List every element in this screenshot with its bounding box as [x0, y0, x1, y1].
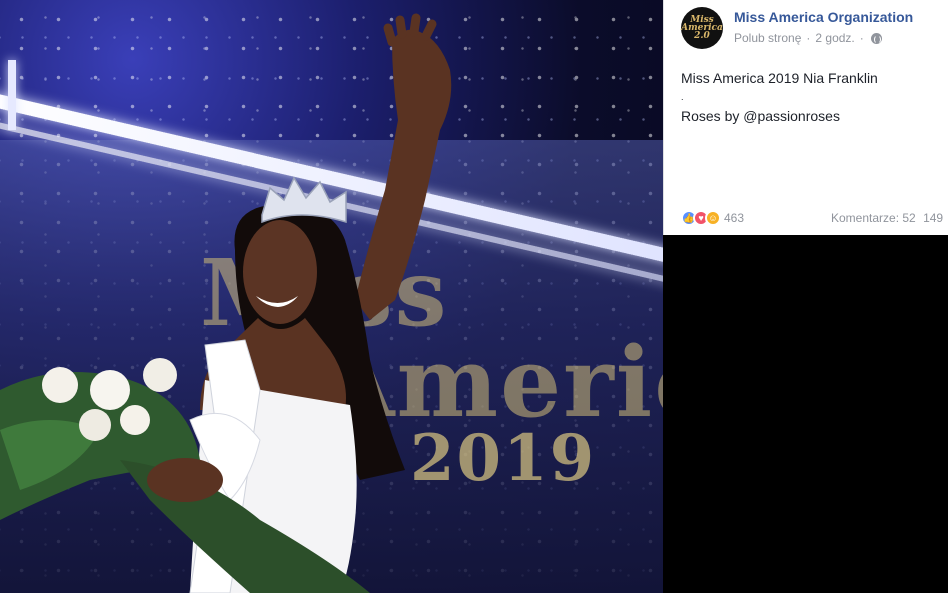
reaction-count: 463	[724, 211, 745, 225]
post-timestamp[interactable]: 2 godz.	[815, 31, 854, 45]
post-card: Miss America 2.0 Miss America Organizati…	[663, 0, 948, 235]
post-text-line: Miss America 2019 Nia Franklin	[681, 70, 878, 86]
post-meta: Polub stronę · 2 godz. ·	[734, 31, 882, 45]
reactions-summary[interactable]: 👍 ♥ ☺ 463	[681, 210, 744, 226]
post-text-line: Roses by @passionroses	[681, 108, 840, 124]
page-name-link[interactable]: Miss America Organization	[734, 9, 913, 25]
avatar-text: 2.0	[694, 31, 710, 41]
avatar[interactable]: Miss America 2.0	[681, 7, 723, 49]
meta-separator: ·	[859, 31, 864, 45]
comments-shares: Komentarze: 52 149	[831, 211, 943, 225]
winner-figure	[0, 13, 452, 593]
globe-icon[interactable]	[870, 32, 882, 44]
meta-separator: ·	[806, 31, 811, 45]
post-text-line: .	[681, 92, 684, 102]
post-text: Miss America 2019 Nia Franklin . Roses b…	[681, 69, 878, 126]
haha-icon: ☺	[705, 210, 721, 226]
like-page-link[interactable]: Polub stronę	[734, 31, 801, 45]
comments-count[interactable]: Komentarze: 52	[831, 211, 916, 225]
shares-count[interactable]: 149	[923, 211, 943, 225]
post-photo[interactable]: Miss America 2019	[0, 0, 663, 593]
